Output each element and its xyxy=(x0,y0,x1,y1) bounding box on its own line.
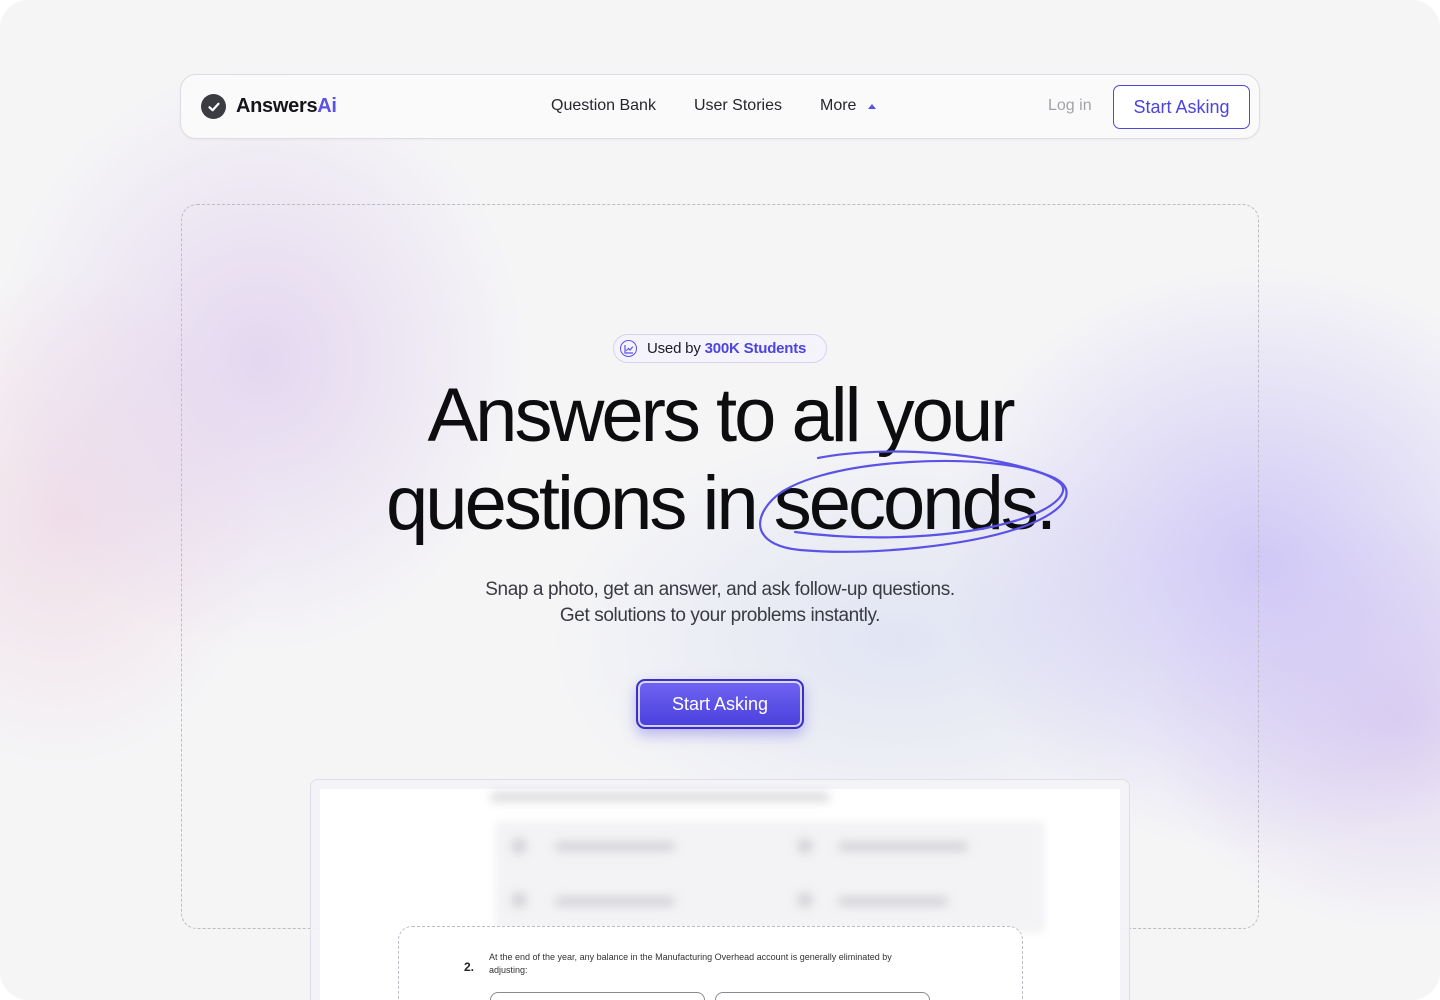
headline-line-1: Answers to all your xyxy=(427,373,1015,458)
nav-start-asking-button[interactable]: Start Asking xyxy=(1113,85,1250,129)
page-frame: AnswersAi Question Bank User Stories Mor… xyxy=(0,0,1440,1000)
blurred-text xyxy=(512,839,526,853)
blurred-text xyxy=(838,842,968,851)
blurred-text xyxy=(555,842,675,851)
answer-option[interactable] xyxy=(715,992,930,1000)
brand-logo[interactable]: AnswersAi xyxy=(201,94,337,119)
blurred-text xyxy=(798,893,812,907)
trend-chart-icon xyxy=(620,340,637,357)
login-link[interactable]: Log in xyxy=(1048,97,1092,115)
question-text: At the end of the year, any balance in t… xyxy=(489,952,892,975)
badge-label: Used by 300K Students xyxy=(647,340,807,357)
hero-subtitle: Snap a photo, get an answer, and ask fol… xyxy=(485,579,955,626)
answer-option[interactable] xyxy=(490,992,705,1000)
nav-links: Question Bank User Stories More xyxy=(551,97,877,115)
blurred-text xyxy=(798,839,812,853)
blurred-panel xyxy=(495,821,1045,933)
nav-link-question-bank[interactable]: Question Bank xyxy=(551,97,656,115)
nav-link-more[interactable]: More xyxy=(820,97,856,115)
check-circle-icon xyxy=(201,94,226,119)
blurred-text xyxy=(555,897,675,906)
question-number: 2. xyxy=(464,960,475,974)
students-badge: Used by 300K Students xyxy=(613,334,827,363)
caret-up-icon xyxy=(868,103,877,109)
hand-drawn-circle-icon xyxy=(759,450,1068,553)
blurred-text xyxy=(838,897,948,906)
headline-line-2: questions in xyxy=(386,461,774,546)
nav-more-dropdown[interactable]: More xyxy=(820,97,877,115)
nav-link-user-stories[interactable]: User Stories xyxy=(694,97,782,115)
brand-name: AnswersAi xyxy=(236,95,337,117)
blurred-text xyxy=(512,893,526,907)
top-navbar: AnswersAi Question Bank User Stories Mor… xyxy=(180,74,1260,139)
blurred-text xyxy=(490,793,830,801)
hero-start-asking-button[interactable]: Start Asking xyxy=(636,679,804,729)
